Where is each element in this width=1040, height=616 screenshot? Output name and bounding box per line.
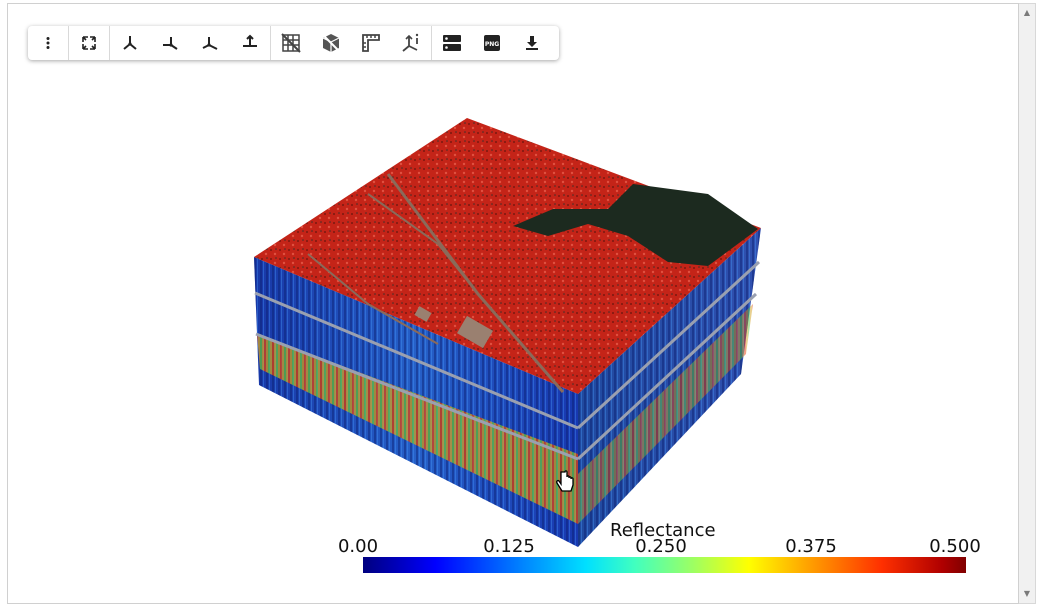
download-button[interactable] <box>512 26 552 60</box>
view-axis-1-button[interactable] <box>110 26 150 60</box>
render-viewport[interactable]: Reflectance 0.00 0.125 0.250 0.375 0.500 <box>7 3 1019 604</box>
colorbar-tick-label: 0.125 <box>483 536 535 557</box>
axes-info-button[interactable] <box>391 26 431 60</box>
toggle-bounds-button[interactable] <box>311 26 351 60</box>
view-axis-4-button[interactable] <box>230 26 270 60</box>
cube-svg <box>254 118 761 547</box>
png-icon-label: PNG <box>485 41 499 48</box>
grid-icon <box>281 33 301 53</box>
server-icon <box>443 35 461 51</box>
scroll-up-arrow-icon[interactable]: ▲ <box>1019 5 1035 21</box>
axes-icon <box>163 37 178 50</box>
axes-info-icon <box>402 33 419 52</box>
more-vertical-icon <box>46 37 50 49</box>
view-axis-2-button[interactable] <box>150 26 190 60</box>
colorbar-tick-label: 0.500 <box>929 536 981 557</box>
ruler-icon <box>362 34 380 52</box>
axes-icon <box>202 37 218 50</box>
vertical-scrollbar[interactable]: ▲ ▼ <box>1019 3 1036 604</box>
menu-button[interactable] <box>28 26 68 60</box>
colorbar-tick-label: 0.375 <box>785 536 837 557</box>
cube-icon <box>322 34 340 52</box>
expand-icon <box>82 36 96 50</box>
save-png-button[interactable]: PNG <box>472 26 512 60</box>
fullscreen-button[interactable] <box>69 26 109 60</box>
server-settings-button[interactable] <box>432 26 472 60</box>
colorbar-tick-label: 0.250 <box>635 536 687 557</box>
viewer-toolbar: PNG <box>28 26 559 60</box>
colorbar-tick-label: 0.00 <box>337 536 379 557</box>
colorbar-gradient <box>363 557 966 573</box>
scroll-down-arrow-icon[interactable]: ▼ <box>1019 586 1035 602</box>
axes-icon <box>123 36 137 50</box>
png-icon: PNG <box>484 35 500 51</box>
download-icon <box>526 36 538 50</box>
hyperspectral-cube-view[interactable] <box>8 4 1018 603</box>
toggle-grid-button[interactable] <box>271 26 311 60</box>
hand-cursor-icon <box>556 470 574 492</box>
axes-icon <box>243 34 257 47</box>
ruler-button[interactable] <box>351 26 391 60</box>
view-axis-3-button[interactable] <box>190 26 230 60</box>
